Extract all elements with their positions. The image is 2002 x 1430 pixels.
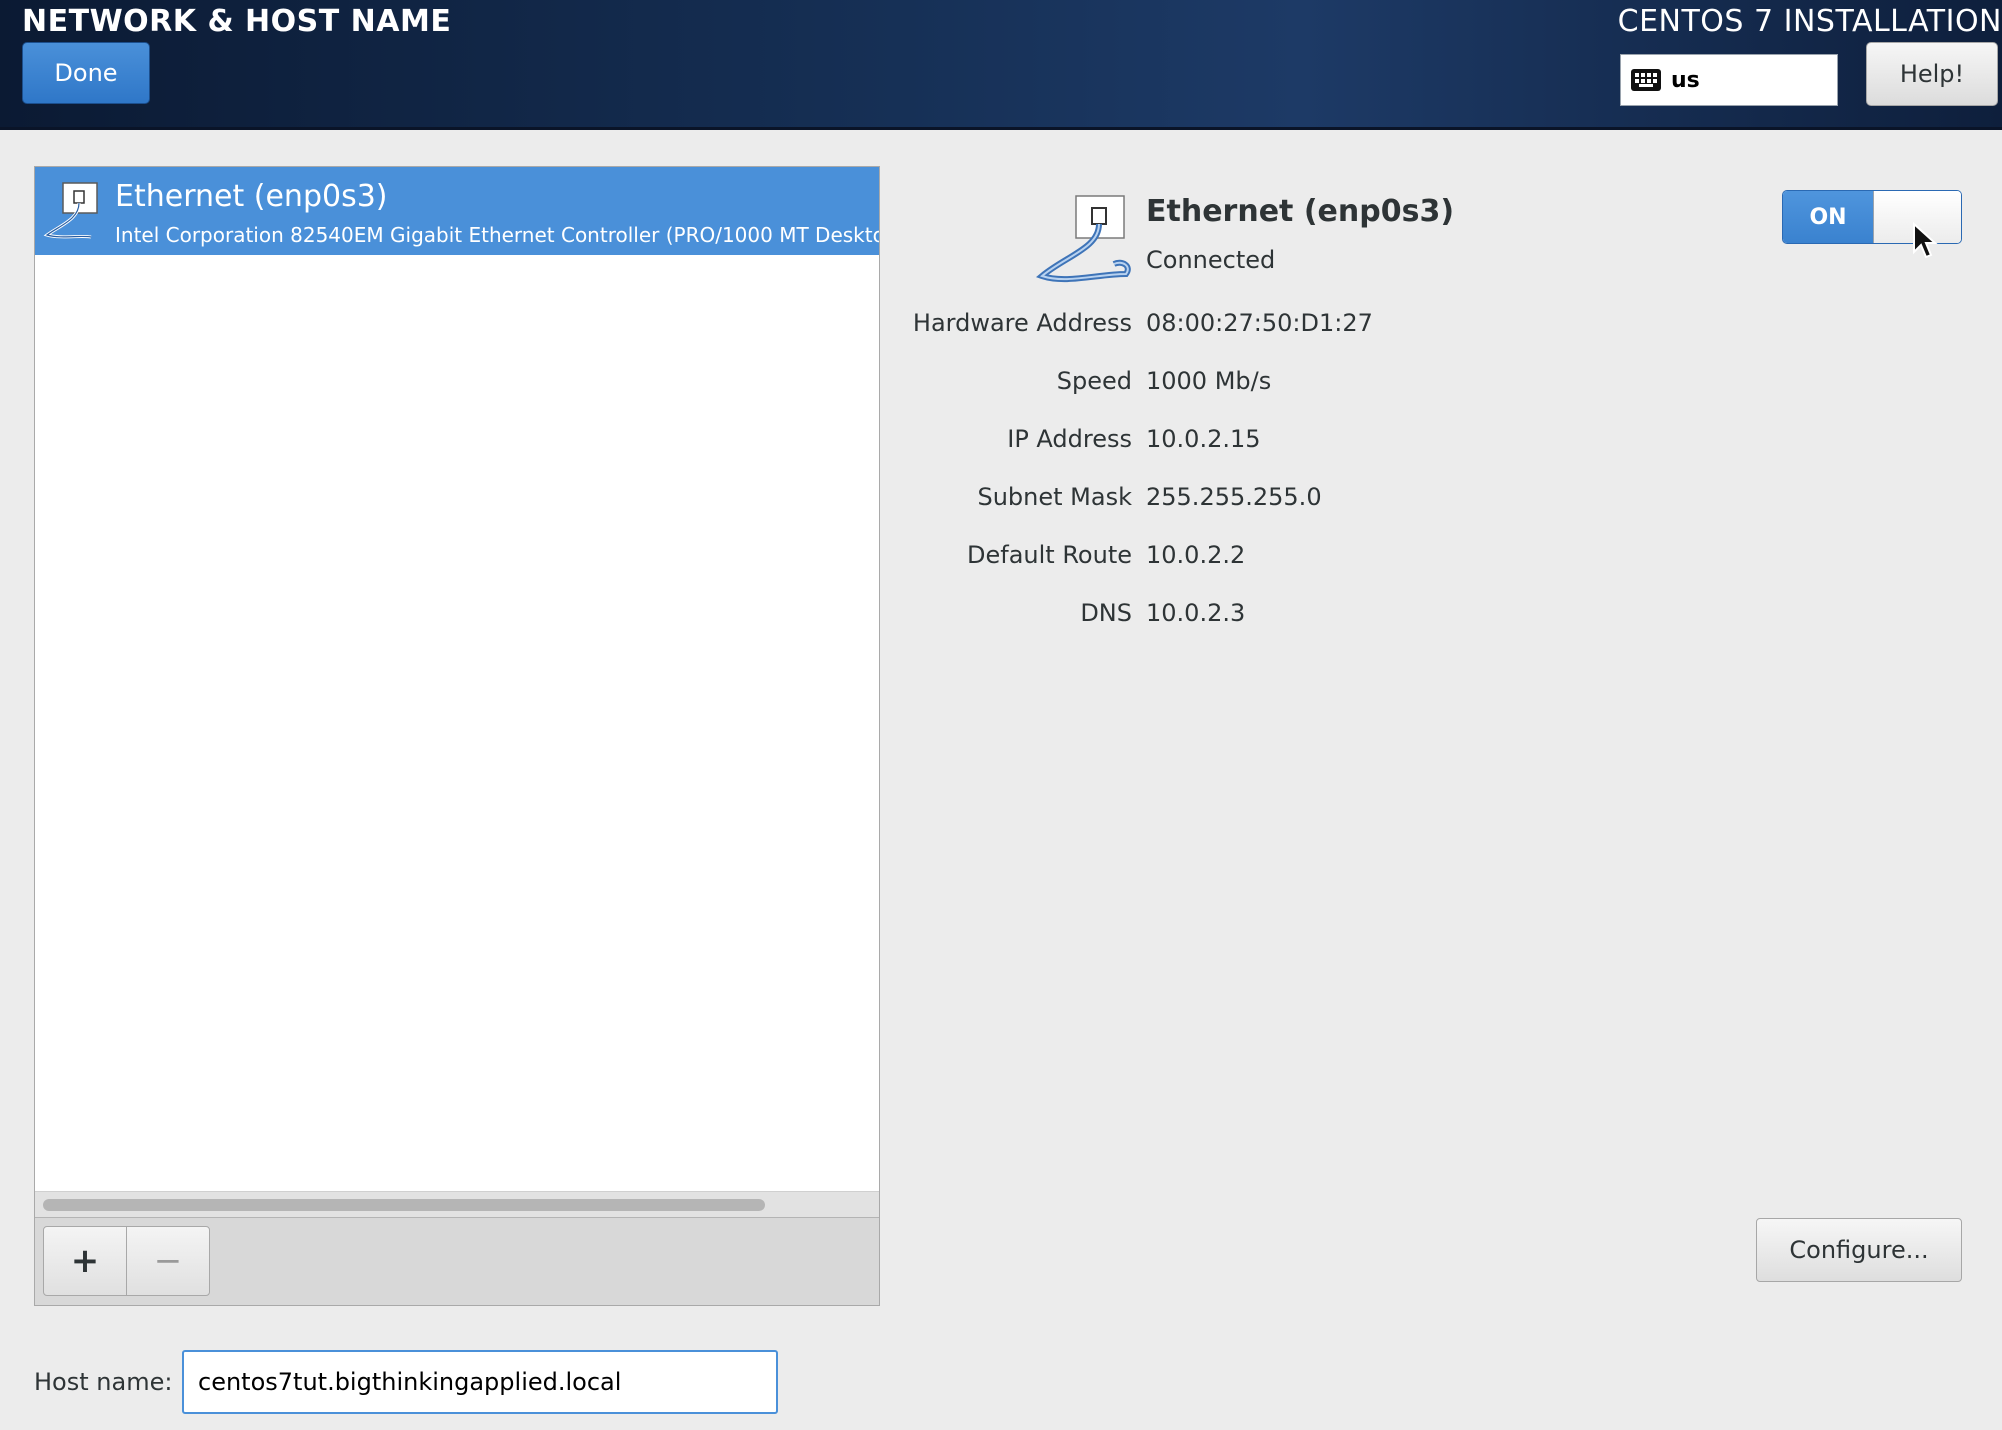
ethernet-cable-icon [43, 182, 98, 239]
mouse-pointer-icon [1913, 222, 1938, 259]
field-value: 10.0.2.2 [1146, 541, 1246, 569]
keyboard-icon [1631, 69, 1661, 91]
field-value: 08:00:27:50:D1:27 [1146, 309, 1373, 337]
selected-device-name: Ethernet (enp0s3) [1146, 194, 1455, 229]
device-list-toolbar: + − [35, 1217, 879, 1305]
info-row-hardware-address: Hardware Address 08:00:27:50:D1:27 [880, 309, 1980, 349]
scrollbar-thumb[interactable] [43, 1199, 765, 1211]
field-label: Speed [1056, 367, 1132, 395]
info-row-default-route: Default Route 10.0.2.2 [880, 541, 1980, 581]
ethernet-cable-icon [1036, 195, 1131, 283]
field-value: 255.255.255.0 [1146, 483, 1322, 511]
device-list-item-enp0s3[interactable]: Ethernet (enp0s3) Intel Corporation 8254… [35, 167, 879, 255]
connection-status: Connected [1146, 246, 1276, 274]
page-title: NETWORK & HOST NAME [22, 4, 452, 39]
info-row-ip-address: IP Address 10.0.2.15 [880, 425, 1980, 465]
network-device-list: Ethernet (enp0s3) Intel Corporation 8254… [34, 166, 880, 1306]
field-value: 1000 Mb/s [1146, 367, 1272, 395]
toggle-on-label: ON [1783, 191, 1873, 243]
keyboard-layout-indicator[interactable]: us [1620, 54, 1838, 106]
field-label: Subnet Mask [977, 483, 1132, 511]
header-bar: NETWORK & HOST NAME Done CENTOS 7 INSTAL… [0, 0, 2002, 130]
field-label: Default Route [967, 541, 1132, 569]
configure-button[interactable]: Configure... [1756, 1218, 1962, 1282]
remove-device-button[interactable]: − [126, 1226, 210, 1296]
keyboard-layout-label: us [1671, 67, 1700, 93]
product-title: CENTOS 7 INSTALLATION [1617, 4, 2002, 39]
device-name: Ethernet (enp0s3) [115, 179, 388, 214]
add-device-button[interactable]: + [43, 1226, 127, 1296]
field-value: 10.0.2.15 [1146, 425, 1261, 453]
hostname-input[interactable] [182, 1350, 778, 1414]
info-row-speed: Speed 1000 Mb/s [880, 367, 1980, 407]
field-label: Hardware Address [912, 309, 1132, 337]
done-button[interactable]: Done [22, 42, 150, 104]
device-description: Intel Corporation 82540EM Gigabit Ethern… [115, 223, 879, 247]
info-row-subnet-mask: Subnet Mask 255.255.255.0 [880, 483, 1980, 523]
help-button[interactable]: Help! [1866, 42, 1998, 106]
field-label: DNS [1080, 599, 1132, 627]
horizontal-scrollbar[interactable] [35, 1191, 879, 1217]
field-value: 10.0.2.3 [1146, 599, 1246, 627]
info-row-dns: DNS 10.0.2.3 [880, 599, 1980, 639]
hostname-label: Host name: [34, 1368, 173, 1396]
field-label: IP Address [1007, 425, 1132, 453]
